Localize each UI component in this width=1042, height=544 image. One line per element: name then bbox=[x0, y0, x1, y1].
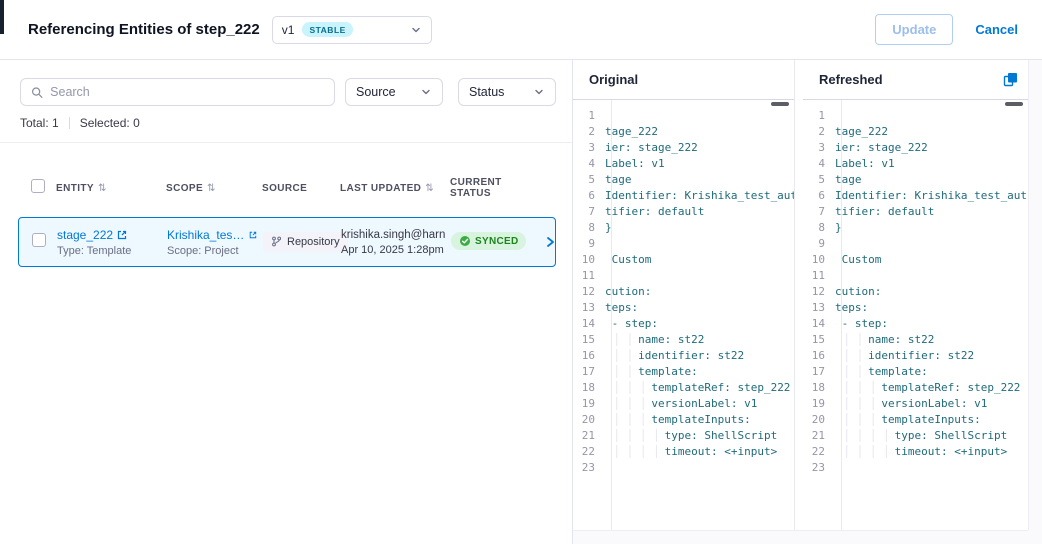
select-all-checkbox[interactable] bbox=[31, 179, 45, 193]
refreshed-title: Refreshed bbox=[819, 72, 883, 87]
column-label: SCOPE bbox=[166, 183, 203, 194]
stable-badge: STABLE bbox=[302, 22, 352, 37]
original-title: Original bbox=[589, 72, 638, 87]
chevron-right-icon[interactable] bbox=[543, 235, 557, 249]
total-count: Total: 1 bbox=[20, 116, 59, 130]
scope-cell: Krishika_test_au... Scope: Project bbox=[167, 228, 263, 257]
filters-row: Source Status bbox=[0, 60, 572, 106]
diff-column-original: Original 12tage_2223ier: stage_2224Label… bbox=[573, 60, 795, 530]
last-updated-cell: krishika.singh@harnes... Apr 10, 2025 1:… bbox=[341, 229, 451, 256]
page-title: Referencing Entities of step_222 bbox=[28, 21, 260, 38]
gutter-divider bbox=[611, 100, 612, 530]
column-header-current-status: CURRENT STATUS bbox=[450, 177, 542, 199]
selected-count: Selected: 0 bbox=[80, 116, 140, 130]
summary-divider bbox=[69, 117, 70, 129]
column-label: ENTITY bbox=[56, 183, 94, 194]
diff-panel: Original 12tage_2223ier: stage_2224Label… bbox=[573, 60, 1042, 544]
status-filter-select[interactable]: Status bbox=[458, 78, 556, 106]
entity-name-link[interactable]: stage_222 bbox=[57, 228, 113, 242]
refreshed-code-lines: 12tage_2223ier: stage_2224Label: v15tage… bbox=[803, 108, 1028, 476]
horizontal-scrollbar[interactable] bbox=[573, 530, 1028, 544]
table-header: ENTITY ⇅ SCOPE ⇅ SOURCE LAST UPDATED ⇅ C… bbox=[18, 143, 556, 211]
external-link-icon[interactable] bbox=[249, 230, 257, 240]
table-row[interactable]: stage_222 Type: Template Krishika_test_a… bbox=[18, 217, 556, 267]
status-filter-label: Status bbox=[469, 85, 504, 99]
updated-by: krishika.singh@harnes... bbox=[341, 229, 445, 241]
header-actions: Update Cancel bbox=[875, 14, 1018, 45]
scope-name-link[interactable]: Krishika_test_au... bbox=[167, 228, 245, 242]
version-select[interactable]: v1 STABLE bbox=[272, 16, 432, 44]
search-box bbox=[20, 78, 335, 106]
status-cell: SYNCED bbox=[451, 232, 543, 252]
chevron-down-icon bbox=[533, 86, 545, 98]
entity-type: Type: Template bbox=[57, 245, 161, 257]
column-label: CURRENT STATUS bbox=[450, 177, 542, 199]
copy-icon[interactable] bbox=[1003, 72, 1018, 87]
updated-at: Apr 10, 2025 1:28pm bbox=[341, 244, 445, 256]
column-label: SOURCE bbox=[262, 183, 307, 194]
chevron-down-icon bbox=[410, 24, 422, 36]
selection-summary: Total: 1 Selected: 0 bbox=[0, 106, 572, 130]
original-code-lines: 12tage_2223ier: stage_2224Label: v15tage… bbox=[573, 108, 794, 476]
horizontal-scrollbar-thumb[interactable] bbox=[1005, 102, 1023, 106]
entity-cell: stage_222 Type: Template bbox=[57, 228, 167, 257]
vertical-scrollbar[interactable] bbox=[1028, 60, 1042, 530]
sort-icon: ⇅ bbox=[98, 183, 107, 194]
source-label: Repository bbox=[287, 236, 340, 248]
check-circle-icon bbox=[459, 235, 471, 247]
sort-icon: ⇅ bbox=[425, 183, 434, 194]
source-cell: Repository bbox=[263, 232, 341, 253]
scrollbar-corner bbox=[1028, 530, 1042, 544]
source-badge: Repository bbox=[263, 232, 348, 252]
horizontal-scrollbar-thumb[interactable] bbox=[771, 102, 789, 106]
update-button[interactable]: Update bbox=[875, 14, 953, 45]
column-label: LAST UPDATED bbox=[340, 183, 421, 194]
status-badge: SYNCED bbox=[451, 232, 526, 250]
row-checkbox[interactable] bbox=[32, 233, 46, 247]
background-page-sliver bbox=[0, 0, 4, 34]
original-code[interactable]: 12tage_2223ier: stage_2224Label: v15tage… bbox=[573, 100, 794, 530]
chevron-down-icon bbox=[420, 86, 432, 98]
source-filter-select[interactable]: Source bbox=[345, 78, 443, 106]
status-label: SYNCED bbox=[475, 236, 518, 247]
column-header-entity[interactable]: ENTITY ⇅ bbox=[56, 183, 166, 194]
original-header: Original bbox=[573, 60, 794, 100]
cancel-button[interactable]: Cancel bbox=[975, 22, 1018, 37]
modal-header: Referencing Entities of step_222 v1 STAB… bbox=[0, 0, 1042, 60]
diff-column-refreshed: Refreshed 12tage_2223ier: stage_2224Labe… bbox=[803, 60, 1028, 530]
gutter-divider bbox=[841, 100, 842, 530]
external-link-icon[interactable] bbox=[117, 230, 127, 240]
column-header-scope[interactable]: SCOPE ⇅ bbox=[166, 183, 262, 194]
column-header-source: SOURCE bbox=[262, 183, 340, 194]
entities-panel: Source Status Total: 1 Selected: 0 ENTIT… bbox=[0, 60, 573, 544]
scope-detail: Scope: Project bbox=[167, 245, 257, 257]
refreshed-header: Refreshed bbox=[803, 60, 1028, 100]
search-icon bbox=[31, 86, 43, 99]
search-input[interactable] bbox=[50, 85, 324, 99]
repository-icon bbox=[271, 236, 282, 247]
refreshed-code[interactable]: 12tage_2223ier: stage_2224Label: v15tage… bbox=[803, 100, 1028, 530]
sort-icon: ⇅ bbox=[207, 183, 216, 194]
modal-body: Source Status Total: 1 Selected: 0 ENTIT… bbox=[0, 60, 1042, 544]
version-label: v1 bbox=[282, 23, 295, 37]
source-filter-label: Source bbox=[356, 85, 396, 99]
column-header-last-updated[interactable]: LAST UPDATED ⇅ bbox=[340, 183, 450, 194]
